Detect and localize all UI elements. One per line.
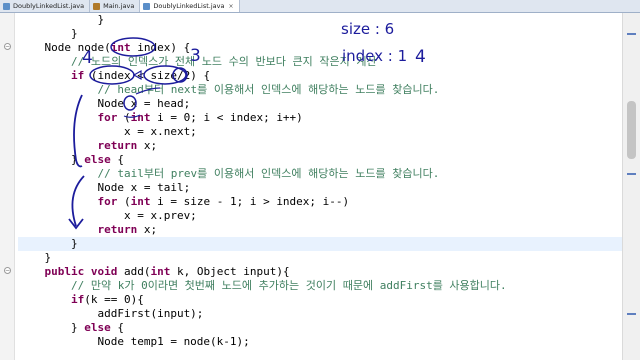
annotation-index-note: index : 1 — [342, 47, 408, 65]
annotation-size-note: size : 6 — [341, 20, 395, 38]
code-line: return x; — [97, 139, 158, 152]
fold-marker-icon[interactable]: − — [4, 267, 11, 274]
java-file-icon — [143, 2, 151, 10]
tab-main[interactable]: Main.java — [90, 0, 141, 12]
editor-ruler: − − — [0, 13, 15, 360]
code-line: Node node(int index) { — [18, 41, 191, 54]
code-line: x = x.next; — [18, 125, 197, 138]
code-line: return x; — [97, 223, 158, 236]
current-line: } — [18, 237, 622, 251]
code-line: } else { — [18, 321, 124, 334]
editor-tab-bar: DoublyLinkedList.java Main.java DoublyLi… — [0, 0, 640, 13]
annotation-four-left: 4 — [82, 48, 93, 68]
overview-marker[interactable] — [627, 33, 636, 35]
tab-doublylinkedlist-1[interactable]: DoublyLinkedList.java — [0, 0, 91, 12]
code-line: } else { — [18, 153, 124, 166]
tab-label: DoublyLinkedList.java — [153, 2, 225, 10]
code-line: for (int i = 0; i < index; i++) — [97, 111, 303, 124]
code-line: if(k == 0){ — [70, 293, 144, 306]
code-comment: // head부터 next를 이용해서 인덱스에 해당하는 노드를 찾습니다. — [18, 83, 440, 96]
code-line: Node x = head; — [18, 97, 191, 110]
code-line: } — [18, 13, 105, 26]
java-file-icon — [3, 2, 10, 10]
code-line: } — [18, 27, 78, 40]
code-editor[interactable]: } } Node node(int index) { // 노드의 인덱스가 전… — [18, 13, 622, 360]
fold-marker-icon[interactable]: − — [4, 43, 11, 50]
code-line: addFirst(input); — [18, 307, 204, 320]
code-line: public void add(int k, Object input){ — [44, 265, 290, 278]
tab-doublylinkedlist-active[interactable]: DoublyLinkedList.java × — [140, 0, 240, 12]
overview-marker[interactable] — [627, 313, 636, 315]
code-comment: // 만약 k가 0이라면 첫번째 노드에 추가하는 것이기 때문에 addFi… — [18, 279, 507, 292]
annotation-three: 3 — [190, 46, 201, 66]
code-line: for (int i = size - 1; i > index; i--) — [97, 195, 350, 208]
close-tab-icon[interactable]: × — [228, 3, 233, 10]
scrollbar-thumb[interactable] — [627, 101, 636, 159]
code-line: Node temp1 = node(k-1); — [18, 335, 250, 348]
overview-marker[interactable] — [627, 173, 636, 175]
annotation-four-right: 4 — [415, 47, 426, 67]
code-comment: // 노드의 인덱스가 전체 노드 수의 반보다 큰지 작은지 계산 — [18, 55, 377, 68]
java-file-icon — [93, 2, 101, 10]
code-line: x = x.prev; — [18, 209, 197, 222]
code-line: } — [18, 251, 52, 264]
code-line: Node x = tail; — [18, 181, 191, 194]
code-comment: // tail부터 prev를 이용해서 인덱스에 해당하는 노드를 찾습니다. — [18, 167, 440, 180]
vertical-scrollbar[interactable] — [622, 13, 640, 360]
tab-label: Main.java — [103, 2, 135, 10]
code-line: if (index < size/2) { — [70, 69, 211, 82]
tab-label: DoublyLinkedList.java — [13, 2, 85, 10]
